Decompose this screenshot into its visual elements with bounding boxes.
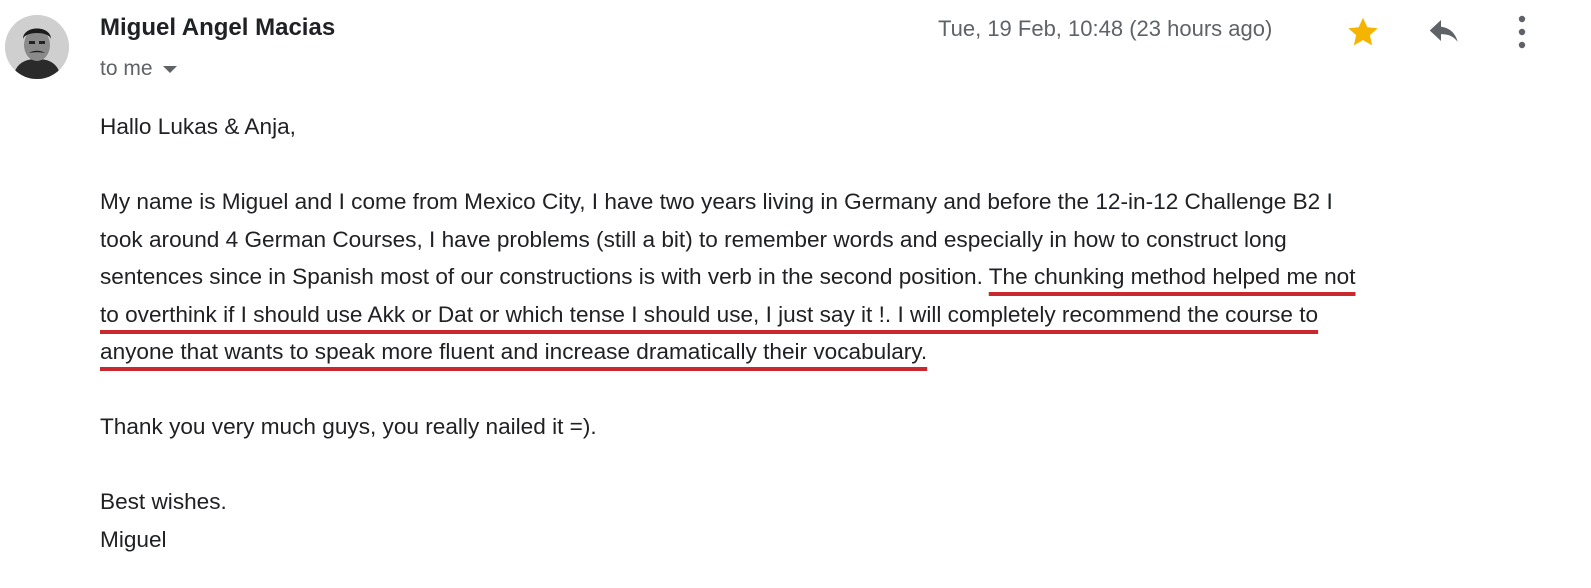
message-body: Hallo Lukas & Anja, My name is Miguel an…	[100, 108, 1540, 558]
more-vert-icon	[1518, 15, 1526, 49]
paragraph-line-4: to overthink if I should use Akk or Dat …	[100, 296, 1540, 334]
signature: Miguel	[100, 526, 167, 552]
highlighted-text-3: anyone that wants to speak more fluent a…	[100, 339, 928, 364]
star-icon	[1348, 17, 1378, 46]
star-button[interactable]	[1343, 12, 1383, 52]
closing-line: Best wishes.	[100, 489, 227, 514]
reply-icon	[1429, 20, 1458, 43]
paragraph-line-2: took around 4 German Courses, I have pro…	[100, 226, 1287, 252]
highlighted-text-1: The chunking method helped me not	[988, 264, 1356, 289]
paragraph-line-3: sentences since in Spanish most of our c…	[100, 258, 1540, 296]
avatar-photo	[5, 15, 69, 79]
recipient-details-toggle[interactable]: to me	[100, 57, 177, 81]
chevron-down-icon[interactable]	[162, 65, 177, 73]
paragraph-line-5: anyone that wants to speak more fluent a…	[100, 333, 1540, 371]
recipient-label: to me	[100, 57, 153, 80]
highlighted-text-2: to overthink if I should use Akk or Dat …	[100, 301, 1319, 327]
thanks-line: Thank you very much guys, you really nai…	[100, 414, 597, 439]
more-options-button[interactable]	[1505, 10, 1539, 54]
message-timestamp: Tue, 19 Feb, 10:48 (23 hours ago)	[938, 16, 1273, 41]
sender-name: Miguel Angel Macias	[100, 14, 336, 41]
sender-avatar[interactable]	[5, 15, 69, 79]
paragraph-line-3-text: sentences since in Spanish most of our c…	[100, 264, 989, 289]
paragraph-line-1: My name is Miguel and I come from Mexico…	[100, 189, 1333, 214]
greeting: Hallo Lukas & Anja,	[100, 114, 296, 139]
reply-button[interactable]	[1422, 12, 1466, 52]
